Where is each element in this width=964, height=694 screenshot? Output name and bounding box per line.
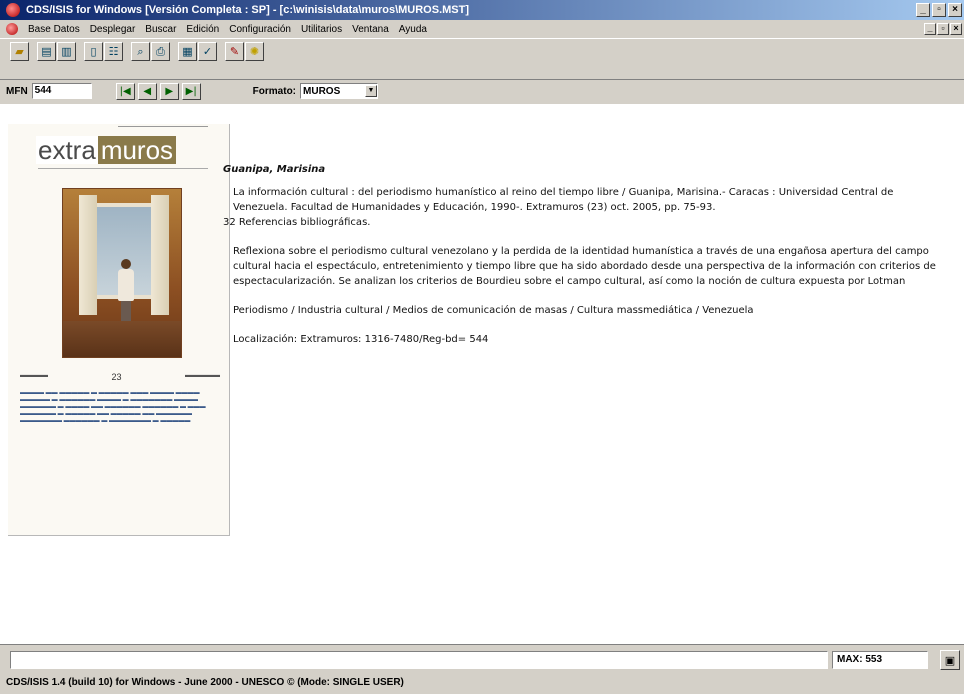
title-bar: CDS/ISIS for Windows [Versión Completa :… bbox=[0, 0, 964, 20]
pencil-icon: ✎ bbox=[229, 45, 240, 58]
minimize-button[interactable]: _ bbox=[916, 3, 930, 17]
printer-icon: ⎙ bbox=[156, 45, 165, 58]
masthead-extra: extra bbox=[36, 135, 98, 165]
help-button[interactable]: ✺ bbox=[245, 42, 264, 61]
page-icon: ▯ bbox=[90, 45, 97, 58]
message-field bbox=[10, 651, 828, 669]
format-label: Formato: bbox=[252, 85, 297, 97]
display-options-button[interactable]: ▣ bbox=[940, 650, 960, 670]
first-record-button[interactable]: |◀ bbox=[115, 82, 135, 100]
book-icon: ▤ bbox=[41, 45, 52, 58]
status-bar-text: CDS/ISIS 1.4 (build 10) for Windows - Ju… bbox=[6, 677, 404, 688]
index-button[interactable]: ☷ bbox=[104, 42, 123, 61]
record-references: 32 Referencias bibliográficas. bbox=[223, 217, 371, 228]
menu-desplegar[interactable]: Desplegar bbox=[85, 24, 141, 35]
masthead-muros: muros bbox=[97, 136, 177, 164]
record-text: Guanipa, Marisina La información cultura… bbox=[223, 162, 948, 361]
list-icon: ☷ bbox=[108, 45, 119, 58]
mfn-label: MFN bbox=[6, 85, 28, 97]
record-display-area: extra muros ▬▬▬▬ 23 ▬▬▬▬▬ ▬▬▬▬ ▬▬ ▬▬▬▬▬ … bbox=[0, 104, 964, 644]
open-database-button[interactable]: ▰ bbox=[10, 42, 29, 61]
cover-masthead: extra muros bbox=[36, 135, 177, 165]
pen-check-icon: ✓ bbox=[202, 45, 213, 58]
mfn-input[interactable]: 544 bbox=[31, 83, 92, 99]
edit-record-button[interactable]: ▦ bbox=[178, 42, 197, 61]
record-author: Guanipa, Marisina bbox=[223, 164, 326, 175]
record-descriptors: Periodismo / Industria cultural / Medios… bbox=[233, 305, 754, 316]
cover-issue-number: 23 bbox=[111, 372, 122, 382]
record-citation: La información cultural : del periodismo… bbox=[233, 187, 894, 213]
form-icon: ▦ bbox=[182, 45, 193, 58]
window-title: CDS/ISIS for Windows [Versión Completa :… bbox=[26, 4, 470, 16]
cover-contents-text: ▬▬▬▬ ▬▬ ▬▬▬▬▬ ▬ ▬▬▬▬▬ ▬▬▬ ▬▬▬▬ ▬▬▬▬ ▬▬▬▬… bbox=[20, 390, 206, 424]
menu-ayuda[interactable]: Ayuda bbox=[394, 24, 432, 35]
menu-edicion[interactable]: Edición bbox=[181, 24, 224, 35]
format-value: MUROS bbox=[303, 85, 341, 97]
max-records-field: MAX: 553 bbox=[832, 651, 928, 669]
cover-painting bbox=[62, 188, 182, 358]
toolbar: ▰ ▤ ▥ ▯ ☷ ⌕ ⎙ ▦ ✓ ✎ ✺ bbox=[0, 38, 964, 80]
previous-icon: ◀ bbox=[143, 85, 152, 97]
record-navigation-bar: MFN 544 |◀ ◀ ▶ ▶| Formato: MUROS ▼ bbox=[0, 80, 964, 102]
record-location: Localización: Extramuros: 1316-7480/Reg-… bbox=[233, 334, 489, 345]
record-abstract: Reflexiona sobre el periodismo cultural … bbox=[233, 246, 936, 287]
last-record-button[interactable]: ▶| bbox=[181, 82, 201, 100]
pencil-button[interactable]: ✎ bbox=[225, 42, 244, 61]
print-button[interactable]: ⎙ bbox=[151, 42, 170, 61]
menu-configuracion[interactable]: Configuración bbox=[224, 24, 296, 35]
menu-utilitarios[interactable]: Utilitarios bbox=[296, 24, 347, 35]
child-close-button[interactable]: × bbox=[950, 23, 962, 35]
print-preview-button[interactable]: ⌕ bbox=[131, 42, 150, 61]
menu-bar: Base Datos Desplegar Buscar Edición Conf… bbox=[0, 20, 964, 38]
book-icon: ▣ bbox=[944, 653, 956, 667]
next-record-button[interactable]: ▶ bbox=[159, 82, 179, 100]
status-area: MAX: 553 ▣ CDS/ISIS 1.4 (build 10) for W… bbox=[0, 644, 964, 694]
last-icon: ▶| bbox=[185, 85, 197, 97]
lightbulb-icon: ✺ bbox=[249, 45, 260, 58]
folder-icon: ▰ bbox=[15, 45, 24, 58]
child-minimize-button[interactable]: _ bbox=[924, 23, 936, 35]
document-icon[interactable] bbox=[6, 23, 18, 35]
browse-button[interactable]: ▯ bbox=[84, 42, 103, 61]
menu-buscar[interactable]: Buscar bbox=[140, 24, 181, 35]
cover-image: extra muros ▬▬▬▬ 23 ▬▬▬▬▬ ▬▬▬▬ ▬▬ ▬▬▬▬▬ … bbox=[8, 124, 230, 536]
close-button[interactable]: × bbox=[948, 3, 962, 17]
maximize-button[interactable]: ▫ bbox=[932, 3, 946, 17]
dictionary-button[interactable]: ▤ bbox=[37, 42, 56, 61]
edit-field-button[interactable]: ✓ bbox=[198, 42, 217, 61]
next-icon: ▶ bbox=[165, 85, 174, 97]
cdsisis-app-icon[interactable] bbox=[6, 3, 20, 17]
chevron-down-icon[interactable]: ▼ bbox=[365, 85, 378, 97]
menu-ventana[interactable]: Ventana bbox=[347, 24, 394, 35]
app-window: CDS/ISIS for Windows [Versión Completa :… bbox=[0, 0, 964, 694]
cover-issue-line: ▬▬▬▬ 23 ▬▬▬▬▬ bbox=[20, 372, 220, 382]
magnifier-page-icon: ⌕ bbox=[137, 45, 144, 58]
child-restore-button[interactable]: ▫ bbox=[937, 23, 949, 35]
first-icon: |◀ bbox=[119, 85, 131, 97]
menu-base-datos[interactable]: Base Datos bbox=[23, 24, 85, 35]
previous-record-button[interactable]: ◀ bbox=[137, 82, 157, 100]
expert-search-button[interactable]: ▥ bbox=[57, 42, 76, 61]
format-select[interactable]: MUROS ▼ bbox=[300, 83, 379, 99]
book-search-icon: ▥ bbox=[61, 45, 72, 58]
